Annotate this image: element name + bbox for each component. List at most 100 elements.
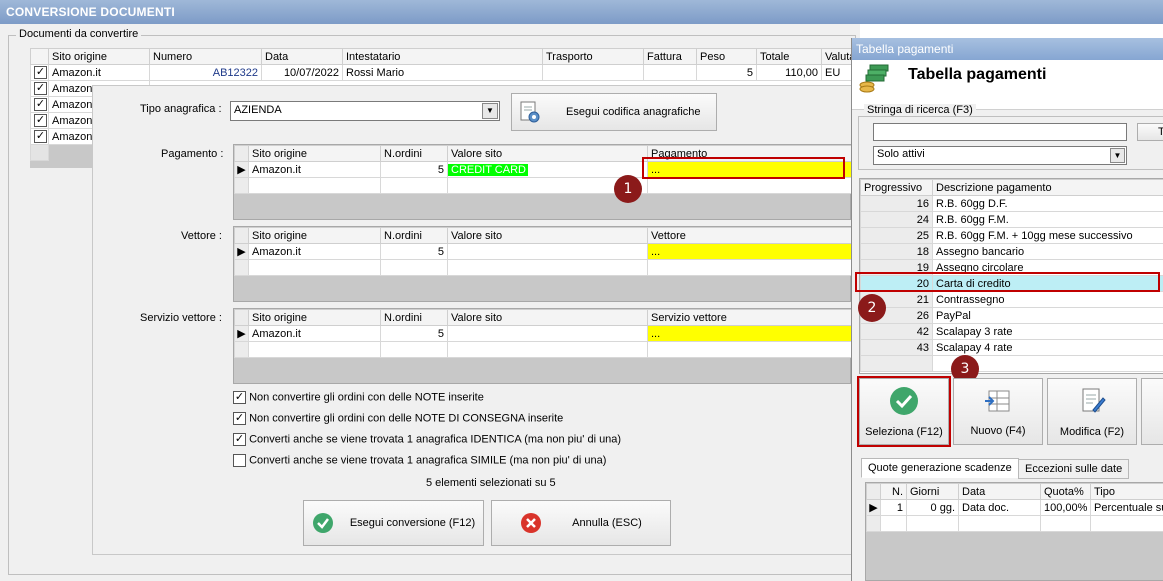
nuovo-button[interactable]: Nuovo (F4) [953,378,1043,445]
col-numero[interactable]: Numero [149,48,262,65]
cell-servizio-value[interactable]: ... [647,325,852,342]
quote-grid[interactable]: N. Giorni Data Quota% Tipo ▶ 1 0 gg. Dat… [865,482,1163,581]
check-circle-icon [312,513,333,533]
col-nordini[interactable]: N.ordini [380,145,448,162]
table-row[interactable]: ▶ Amazon.it 5 ... [234,325,852,342]
extra-button[interactable] [1141,378,1163,445]
search-input[interactable] [873,123,1127,141]
table-row[interactable]: 25 R.B. 60gg F.M. + 10gg mese successivo [860,227,1163,244]
row-pointer-icon: ▶ [866,499,881,516]
annotation-badge-2: 2 [858,294,886,322]
search-side-button[interactable]: T [1137,123,1163,141]
pagamenti-window: Tabella pagamenti Tabella pagamenti Stri… [851,38,1163,581]
table-row[interactable]: 16 R.B. 60gg D.F. [860,195,1163,212]
cell-data: Data doc. [958,499,1041,516]
option-identica[interactable]: Converti anche se viene trovata 1 anagra… [233,433,621,446]
cell-descrizione: Scalapay 3 rate [932,323,1163,340]
col-nordini[interactable]: N.ordini [380,227,448,244]
tipo-anagrafica-label: Tipo anagrafica : [140,103,222,115]
tab-quote-generazione[interactable]: Quote generazione scadenze [861,458,1019,478]
col-n[interactable]: N. [880,483,907,500]
col-intestatario[interactable]: Intestatario [342,48,543,65]
cell-quota: 100,00% [1040,499,1091,516]
table-row[interactable]: ▶ 1 0 gg. Data doc. 100,00% Percentuale … [866,499,1163,516]
col-sito-origine[interactable]: Sito origine [248,227,381,244]
col-progressivo[interactable]: Progressivo [860,179,933,196]
pagamento-grid[interactable]: Sito origine N.ordini Valore sito Pagame… [233,144,852,220]
esegui-codifica-button[interactable]: Esegui codifica anagrafiche [511,93,717,131]
option-note-consegna-checkbox[interactable] [233,412,246,425]
cell-descrizione: Contrassegno [932,291,1163,308]
table-row[interactable]: 21 Contrassegno [860,291,1163,308]
option-note[interactable]: Non convertire gli ordini con delle NOTE… [233,391,484,404]
col-valore-sito[interactable]: Valore sito [447,309,648,326]
table-row[interactable]: 24 R.B. 60gg F.M. [860,211,1163,228]
col-sito-origine[interactable]: Sito origine [248,145,381,162]
cell-nordini: 5 [380,243,448,260]
modifica-button[interactable]: Modifica (F2) [1047,378,1137,445]
filter-select[interactable]: Solo attivi ▼ [873,146,1127,165]
col-valore-sito[interactable]: Valore sito [447,145,648,162]
option-simile-label: Converti anche se viene trovata 1 anagra… [249,454,607,467]
col-vettore[interactable]: Vettore [647,227,852,244]
table-row[interactable]: 42 Scalapay 3 rate [860,323,1163,340]
cancel-circle-icon [521,513,542,533]
modifica-label: Modifica (F2) [1059,425,1125,438]
col-peso[interactable]: Peso [696,48,757,65]
table-row[interactable]: ▶ Amazon.it 5 ... [234,243,852,260]
col-fattura[interactable]: Fattura [643,48,697,65]
col-valore-sito[interactable]: Valore sito [447,227,648,244]
cell-sito: Amazon.it [248,161,381,178]
annulla-button[interactable]: Annulla (ESC) [491,500,671,546]
row-checkbox[interactable] [34,98,47,111]
option-note-checkbox[interactable] [233,391,246,404]
cell-trasporto [542,64,644,81]
col-descrizione[interactable]: Descrizione pagamento [932,179,1163,196]
row-checkbox[interactable] [34,130,47,143]
esegui-conversione-button[interactable]: Esegui conversione (F12) [303,500,484,546]
cell-descrizione: R.B. 60gg F.M. + 10gg mese successivo [932,227,1163,244]
cell-descrizione: PayPal [932,307,1163,324]
col-data[interactable]: Data [958,483,1041,500]
cell-numero: AB12322 [149,64,262,81]
table-row[interactable]: Amazon.it AB12322 10/07/2022 Rossi Mario… [30,64,857,81]
cell-tipo: Percentuale su [1090,499,1163,516]
option-simile-checkbox[interactable] [233,454,246,467]
col-sito-origine[interactable]: Sito origine [248,309,381,326]
col-totale[interactable]: Totale [756,48,822,65]
col-nordini[interactable]: N.ordini [380,309,448,326]
option-simile[interactable]: Converti anche se viene trovata 1 anagra… [233,454,606,467]
row-checkbox[interactable] [34,66,47,79]
option-note-consegna[interactable]: Non convertire gli ordini con delle NOTE… [233,412,563,425]
servizio-vettore-grid[interactable]: Sito origine N.ordini Valore sito Serviz… [233,308,852,384]
col-data[interactable]: Data [261,48,343,65]
tipo-anagrafica-select[interactable]: AZIENDA ▼ [230,101,500,121]
conversion-dialog: Tipo anagrafica : AZIENDA ▼ Esegui codif… [92,85,858,555]
row-checkbox[interactable] [34,82,47,95]
cell-data: 10/07/2022 [261,64,343,81]
table-row[interactable]: 26 PayPal [860,307,1163,324]
tab-eccezioni-date[interactable]: Eccezioni sulle date [1018,459,1130,479]
cell-vettore-value[interactable]: ... [647,243,852,260]
row-checkbox[interactable] [34,114,47,127]
cell-nordini: 5 [380,161,448,178]
chevron-down-icon[interactable]: ▼ [482,103,498,119]
col-tipo[interactable]: Tipo [1090,483,1163,500]
cell-nordini: 5 [380,325,448,342]
vettore-grid[interactable]: Sito origine N.ordini Valore sito Vettor… [233,226,852,302]
table-row[interactable]: 43 Scalapay 4 rate [860,339,1163,356]
col-giorni[interactable]: Giorni [906,483,959,500]
cell-valore-sito [447,243,648,260]
col-servizio-vettore[interactable]: Servizio vettore [647,309,852,326]
option-identica-checkbox[interactable] [233,433,246,446]
option-note-label: Non convertire gli ordini con delle NOTE… [249,391,484,404]
chevron-down-icon[interactable]: ▼ [1110,148,1125,163]
col-quota[interactable]: Quota% [1040,483,1091,500]
col-trasporto[interactable]: Trasporto [542,48,644,65]
table-row[interactable]: 18 Assegno bancario [860,243,1163,260]
vettore-label: Vettore : [181,230,222,242]
col-sito-origine[interactable]: Sito origine [48,48,150,65]
esegui-conversione-label: Esegui conversione (F12) [349,517,476,529]
cell-sito: Amazon.it [248,243,381,260]
cell-valore-sito: CREDIT CARD [448,163,528,176]
